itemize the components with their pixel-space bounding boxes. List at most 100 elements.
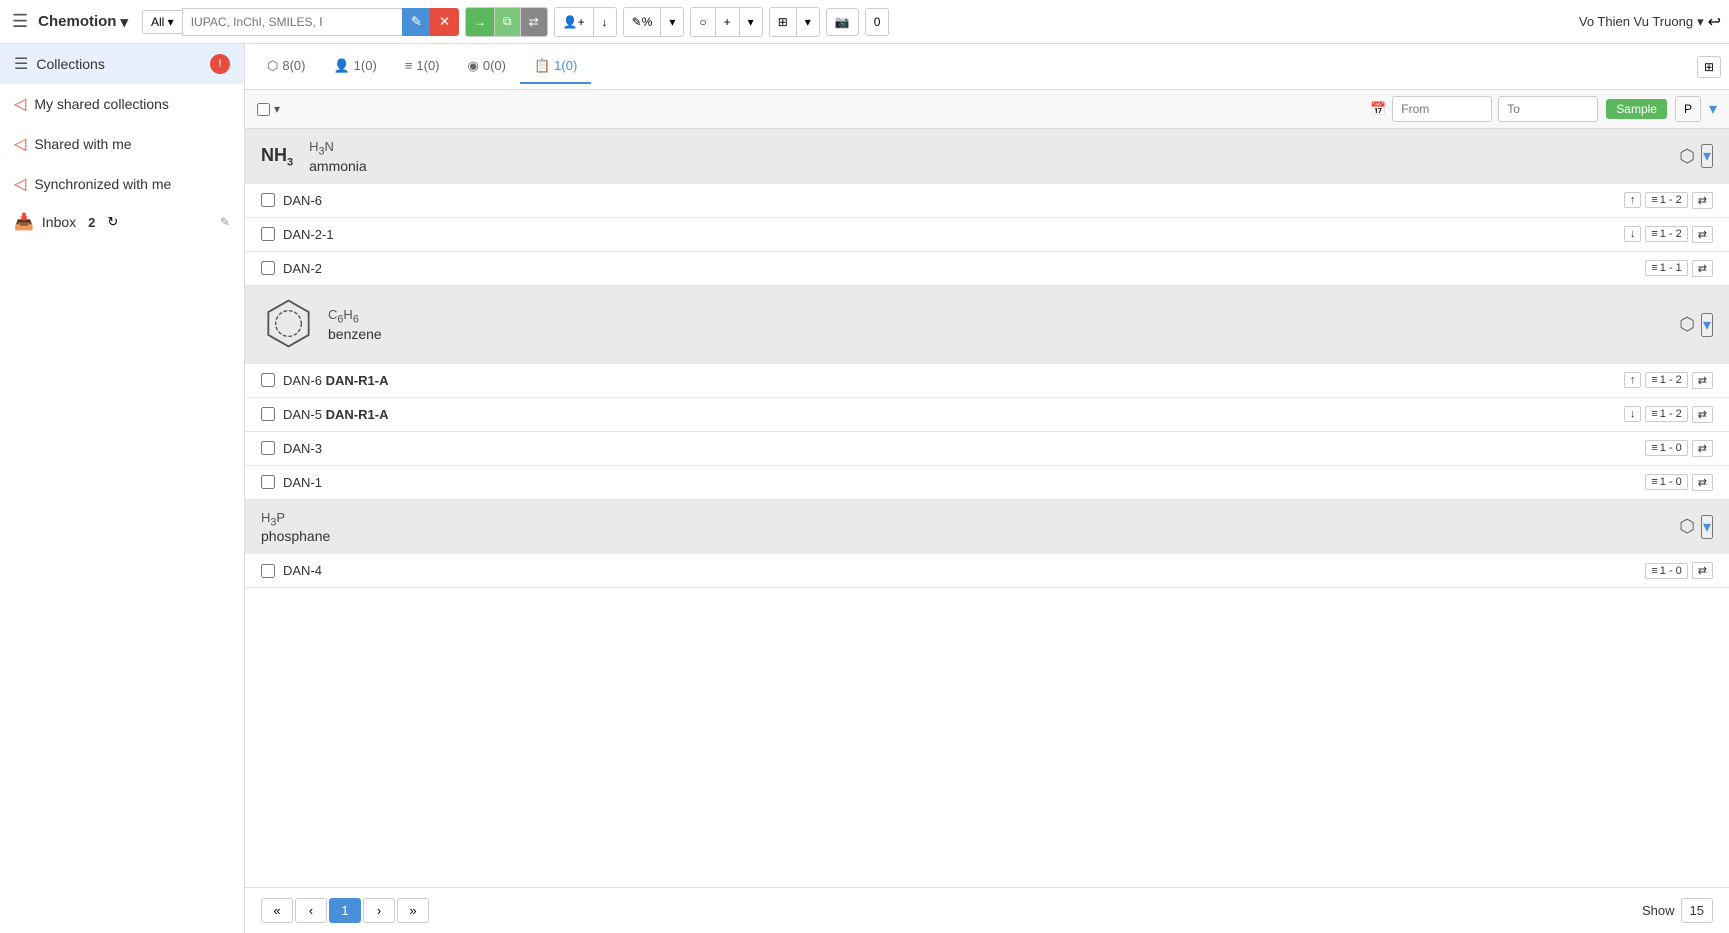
page-first-button[interactable]: «: [261, 898, 293, 923]
dan6-count-badge[interactable]: ≡1 - 2: [1645, 192, 1687, 208]
dan6-name: DAN-6: [283, 193, 1616, 208]
dan21-share-badge[interactable]: ⇄: [1692, 226, 1713, 243]
dan2-share-badge[interactable]: ⇄: [1692, 260, 1713, 277]
dan5r1a-count-badge[interactable]: ≡1 - 2: [1645, 406, 1687, 422]
dan6r1a-share-badge[interactable]: ⇄: [1692, 372, 1713, 389]
molecule-group-ammonia: NH3 H3N ammonia ⬡ ▾ DAN-6 ↑: [245, 129, 1729, 286]
dan21-checkbox[interactable]: [261, 227, 275, 241]
dan2-count-badge[interactable]: ≡1 - 1: [1645, 260, 1687, 276]
dan5r1a-checkbox[interactable]: [261, 407, 275, 421]
my-shared-icon: ◁: [14, 94, 26, 114]
action-user-button[interactable]: 👤+: [555, 8, 594, 36]
search-clear-button[interactable]: ✕: [430, 8, 459, 36]
benzene-header-actions: ⬡ ▾: [1679, 313, 1713, 337]
search-scope-button[interactable]: All ▾: [142, 10, 182, 34]
sidebar-shared-label: Shared with me: [34, 136, 131, 152]
dan4-count-badge[interactable]: ≡1 - 0: [1645, 563, 1687, 579]
action-user-arrow-button[interactable]: ↓: [594, 8, 616, 36]
dan6-share-badge[interactable]: ⇄: [1692, 192, 1713, 209]
wellplates-tab-label: 1(0): [416, 58, 439, 73]
dan6r1a-up-badge[interactable]: ↑: [1624, 372, 1642, 388]
dan3-count-badge[interactable]: ≡1 - 0: [1645, 440, 1687, 456]
benzene-names: C6H6 benzene: [328, 307, 382, 342]
action-count-button[interactable]: 0: [865, 8, 890, 36]
menu-button[interactable]: ☰: [8, 7, 32, 36]
phosphane-chevron-button[interactable]: ▾: [1701, 515, 1713, 539]
main-layout: ☰ Collections ! ◁ My shared collections …: [0, 44, 1729, 933]
wellplates-tab-icon: ≡: [405, 58, 413, 73]
action-plus-button[interactable]: +: [716, 8, 740, 36]
inbox-edit-button[interactable]: ✎: [220, 215, 230, 229]
dan1-badges: ≡1 - 0 ⇄: [1645, 474, 1713, 491]
benzene-chevron-button[interactable]: ▾: [1701, 313, 1713, 337]
tab-samples[interactable]: ⬡ 8(0): [253, 50, 319, 84]
synchronized-icon: ◁: [14, 174, 26, 194]
dan1-count-badge[interactable]: ≡1 - 0: [1645, 474, 1687, 490]
logout-button[interactable]: ↩: [1708, 12, 1721, 32]
tab-wellplates[interactable]: ≡ 1(0): [391, 50, 454, 83]
dan6r1a-count-badge[interactable]: ≡1 - 2: [1645, 372, 1687, 388]
dan1-share-badge[interactable]: ⇄: [1692, 474, 1713, 491]
page-current-button[interactable]: 1: [329, 898, 361, 923]
action-scan-button[interactable]: ⊞: [770, 8, 797, 36]
dan6-up-badge[interactable]: ↑: [1624, 192, 1642, 208]
action-plus-dropdown-button[interactable]: ▾: [740, 8, 762, 36]
action-edit-dropdown-button[interactable]: ▾: [661, 8, 683, 36]
dan21-down-badge[interactable]: ↓: [1624, 226, 1642, 242]
tab-research-plans[interactable]: 📋 1(0): [520, 50, 591, 84]
dan4-checkbox[interactable]: [261, 564, 275, 578]
brand-dropdown-icon[interactable]: ▾: [120, 13, 128, 31]
select-all-checkbox[interactable]: [257, 103, 270, 116]
dan3-share-badge[interactable]: ⇄: [1692, 440, 1713, 457]
action-circle-button[interactable]: ○: [691, 8, 715, 36]
filter-chevron-button[interactable]: ▾: [1709, 99, 1717, 119]
tab-screens[interactable]: ◉ 0(0): [454, 50, 520, 84]
molecule-group-phosphane: H3P phosphane ⬡ ▾ DAN-4 ≡1 - 0 ⇄: [245, 500, 1729, 589]
dan5r1a-down-badge[interactable]: ↓: [1624, 406, 1642, 422]
page-last-button[interactable]: »: [397, 898, 429, 923]
action-edit-button[interactable]: ✎%: [624, 8, 662, 36]
phosphane-structure-button[interactable]: ⬡: [1679, 516, 1695, 537]
page-prev-button[interactable]: ‹: [295, 898, 327, 923]
benzene-structure-button[interactable]: ⬡: [1679, 314, 1695, 335]
action-group-4: ○ + ▾: [690, 7, 762, 37]
action-scan-dropdown-button[interactable]: ▾: [797, 8, 819, 36]
search-input[interactable]: [182, 8, 402, 36]
action-copy-button[interactable]: ⧉: [495, 8, 521, 36]
ammonia-structure-button[interactable]: ⬡: [1679, 146, 1695, 167]
ammonia-chevron-button[interactable]: ▾: [1701, 144, 1713, 168]
layout-button[interactable]: ⊞: [1697, 56, 1721, 78]
dan6-checkbox[interactable]: [261, 193, 275, 207]
phosphane-iupac: H3P: [261, 510, 330, 529]
dan21-count-badge[interactable]: ≡1 - 2: [1645, 226, 1687, 242]
dan6r1a-checkbox[interactable]: [261, 373, 275, 387]
action-share-button[interactable]: ⇄: [521, 8, 547, 36]
molecules-list: NH3 H3N ammonia ⬡ ▾ DAN-6 ↑: [245, 129, 1729, 887]
phosphane-header-actions: ⬡ ▾: [1679, 515, 1713, 539]
dan3-checkbox[interactable]: [261, 441, 275, 455]
action-camera-button[interactable]: 📷: [826, 8, 859, 36]
checkbox-dropdown[interactable]: ▾: [274, 102, 280, 116]
sidebar-item-shared-with-me[interactable]: ◁ Shared with me: [0, 124, 244, 164]
to-date-input[interactable]: [1498, 96, 1598, 122]
dan1-checkbox[interactable]: [261, 475, 275, 489]
reactions-tab-icon: 👤: [333, 58, 349, 74]
dan4-share-badge[interactable]: ⇄: [1692, 562, 1713, 579]
dan5r1a-share-badge[interactable]: ⇄: [1692, 406, 1713, 423]
molecule-header-ammonia: NH3 H3N ammonia ⬡ ▾: [245, 129, 1729, 184]
page-next-button[interactable]: ›: [363, 898, 395, 923]
dan2-checkbox[interactable]: [261, 261, 275, 275]
user-menu[interactable]: Vo Thien Vu Truong ▾ ↩: [1579, 12, 1721, 32]
from-date-input[interactable]: [1392, 96, 1492, 122]
sidebar-collections-label: Collections: [36, 56, 104, 72]
benzene-structure: [261, 296, 316, 354]
sidebar-item-my-shared[interactable]: ◁ My shared collections: [0, 84, 244, 124]
search-edit-button[interactable]: ✎: [402, 8, 430, 36]
filter-p-button[interactable]: P: [1675, 96, 1701, 122]
sidebar-item-collections[interactable]: ☰ Collections !: [0, 44, 244, 84]
tab-reactions[interactable]: 👤 1(0): [319, 50, 390, 84]
action-forward-button[interactable]: →: [466, 8, 495, 36]
inbox-sync-button[interactable]: ↻: [107, 214, 118, 230]
action-group-5: ⊞ ▾: [769, 7, 820, 37]
sidebar-item-synchronized[interactable]: ◁ Synchronized with me: [0, 164, 244, 204]
